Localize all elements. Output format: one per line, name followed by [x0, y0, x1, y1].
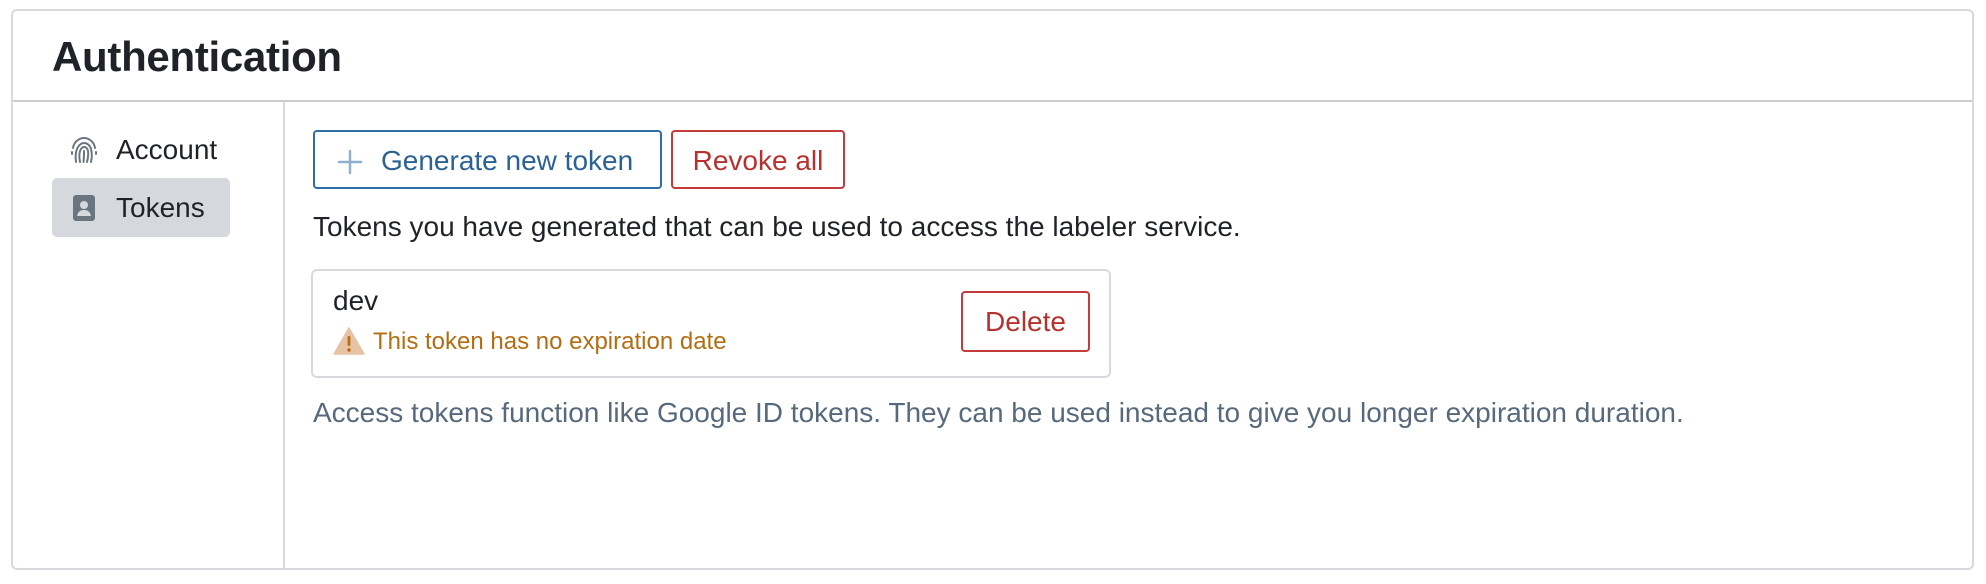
- plus-icon: [337, 149, 363, 175]
- sidebar-item-label: Tokens: [116, 192, 205, 223]
- warning-triangle-icon: [333, 327, 365, 355]
- generate-token-label: Generate new token: [381, 145, 634, 176]
- delete-token-label: Delete: [985, 306, 1066, 337]
- revoke-all-label: Revoke all: [692, 145, 824, 176]
- delete-token-button[interactable]: Delete: [961, 291, 1090, 352]
- id-badge-icon: [70, 194, 98, 222]
- generate-token-button[interactable]: Generate new token: [313, 130, 662, 189]
- warning-text: This token has no expiration date: [373, 328, 727, 355]
- tokens-description: Tokens you have generated that can be us…: [313, 211, 1241, 242]
- tokens-footnote: Access tokens function like Google ID to…: [313, 397, 1684, 428]
- sidebar-item-label: Account: [116, 134, 218, 165]
- token-name: dev: [333, 285, 379, 316]
- panel-header: Authentication: [13, 11, 1972, 102]
- sidebar-item-account[interactable]: Account: [52, 120, 230, 179]
- token-card: dev This token has no expiration date De…: [311, 269, 1111, 378]
- fingerprint-icon: [70, 136, 98, 164]
- revoke-all-button[interactable]: Revoke all: [671, 130, 845, 189]
- sidebar-item-tokens[interactable]: Tokens: [52, 178, 230, 237]
- sidebar: Account Tokens: [13, 102, 285, 568]
- page-title: Authentication: [52, 33, 342, 80]
